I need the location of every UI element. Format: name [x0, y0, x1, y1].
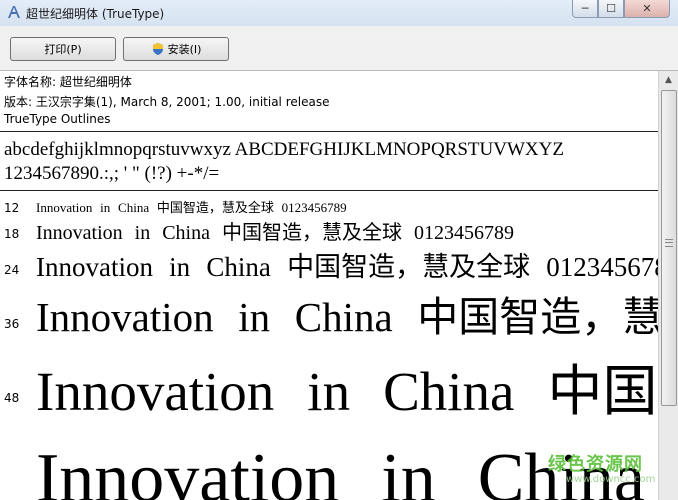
install-button-label: 安装(I) — [167, 43, 202, 56]
charset-letters: abcdefghijklmnopqrstuvwxyz ABCDEFGHIJKLM… — [4, 139, 564, 160]
scrollbar-thumb[interactable] — [661, 90, 677, 406]
charset-symbols: 1234567890.:,; ' " (!?) +-*/= — [4, 163, 220, 184]
window-title: 超世纪细明体 (TrueType) — [26, 7, 165, 21]
maximize-button[interactable]: ☐ — [598, 0, 624, 18]
size-sample-text: Innovation in China 中国智造，慧及全球 0123456789 — [36, 200, 347, 215]
font-name-line: 字体名称: 超世纪细明体 — [4, 75, 132, 89]
grip-icon — [665, 239, 673, 247]
divider — [0, 190, 658, 191]
maximize-icon: ☐ — [606, 2, 616, 15]
install-button[interactable]: 安装(I) — [123, 37, 229, 61]
size-label: 24 — [4, 263, 20, 277]
size-label: 48 — [4, 391, 20, 405]
print-button[interactable]: 打印(P) — [10, 37, 116, 61]
minimize-button[interactable]: ─ — [572, 0, 598, 18]
title-bar: 超世纪细明体 (TrueType) ─ ☐ ✕ — [0, 0, 678, 26]
divider — [0, 131, 658, 132]
font-outline-type: TrueType Outlines — [4, 112, 111, 126]
close-icon: ✕ — [642, 2, 652, 15]
size-sample-text: Innovation in China 中国智造，慧及全球 0123456789 — [36, 361, 658, 422]
font-icon — [8, 6, 20, 18]
size-sample-text: Innovation in China 中国智造，慧及全球 0123456789 — [36, 222, 514, 244]
font-version-line: 版本: 王汉宗字集(1), March 8, 2001; 1.00, initi… — [4, 95, 330, 109]
vertical-scrollbar[interactable]: ▲ — [658, 71, 678, 500]
watermark-url: www.downcc.com — [566, 474, 656, 485]
watermark-logo: 绿色资源网 www.downcc.com — [548, 448, 660, 492]
size-sample-text: Innovation in China 中国智造，慧及全球 0123456789 — [36, 294, 658, 340]
close-button[interactable]: ✕ — [624, 0, 670, 18]
size-label: 36 — [4, 317, 20, 331]
toolbar: 打印(P) 安装(I) — [0, 26, 678, 71]
size-label: 18 — [4, 227, 20, 241]
shield-icon — [152, 43, 163, 55]
minimize-icon: ─ — [581, 2, 589, 15]
watermark-text: 绿色资源网 — [548, 454, 643, 475]
size-sample-text: Innovation in China 中国智造，慧及全球 0123456789 — [36, 252, 658, 282]
size-label: 12 — [4, 201, 20, 215]
font-preview-pane: 字体名称: 超世纪细明体 版本: 王汉宗字集(1), March 8, 2001… — [0, 71, 658, 500]
scroll-up-icon[interactable]: ▲ — [659, 71, 678, 88]
print-button-label: 打印(P) — [44, 43, 82, 56]
